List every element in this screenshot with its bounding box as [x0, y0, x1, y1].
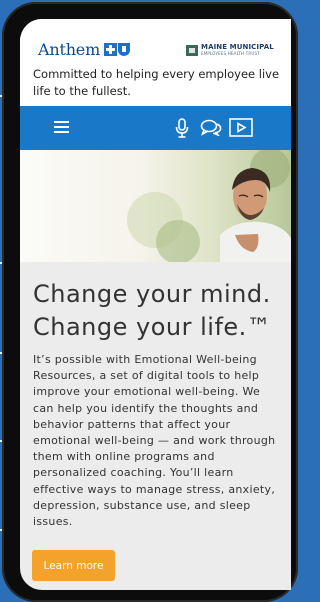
partner-name: MAINE MUNICIPAL — [201, 43, 274, 51]
partner-subtitle: EMPLOYEES HEALTH TRUST — [201, 51, 260, 56]
anthem-logo: Anthem — [38, 40, 131, 59]
tagline: Committed to helping every employee live… — [33, 67, 280, 98]
headline-line-1: Change your mind. — [33, 280, 271, 308]
chat-icon[interactable] — [200, 118, 222, 136]
bcbs-logo-icon — [104, 43, 131, 56]
learn-more-button[interactable]: Learn more — [32, 550, 115, 581]
headline: Change your mind. Change your life.™ — [33, 278, 288, 344]
brand-name: Anthem — [38, 40, 101, 59]
hero-image — [20, 150, 291, 262]
maine-logo-icon — [186, 45, 198, 56]
nav-bar — [20, 106, 291, 150]
microphone-icon[interactable] — [175, 118, 189, 138]
headline-line-2: Change your life.™ — [33, 313, 272, 341]
menu-icon[interactable] — [54, 121, 69, 133]
partner-logo: MAINE MUNICIPAL EMPLOYEES HEALTH TRUST — [186, 44, 274, 56]
phone-screen: Anthem MAINE MUNICIPAL EMPLOYEES HEALTH … — [20, 19, 291, 590]
header: Anthem MAINE MUNICIPAL EMPLOYEES HEALTH … — [20, 19, 291, 106]
phone-frame: Anthem MAINE MUNICIPAL EMPLOYEES HEALTH … — [2, 2, 298, 602]
video-icon[interactable] — [229, 118, 253, 137]
body-text: It’s possible with Emotional Well-being … — [33, 353, 276, 529]
